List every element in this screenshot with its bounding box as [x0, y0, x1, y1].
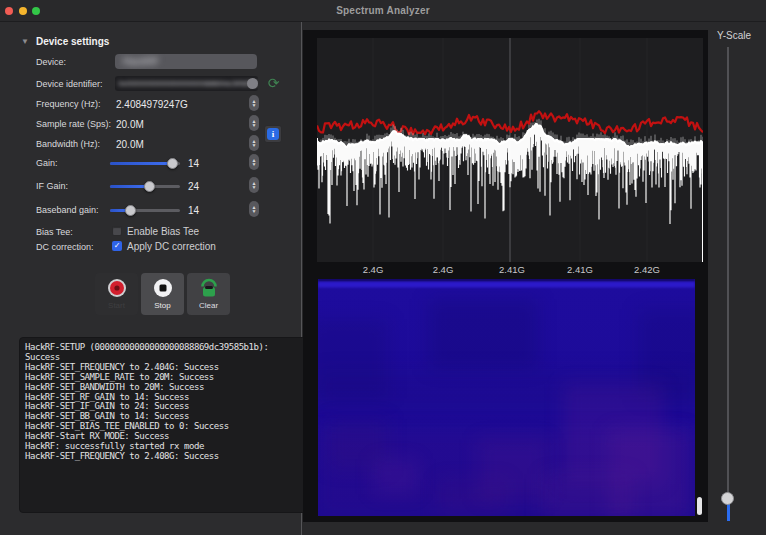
bandwidth-label: Bandwidth (Hz):	[36, 139, 100, 149]
y-scale-label: Y-Scale	[717, 30, 751, 41]
dc-correction-label: DC correction:	[36, 242, 94, 252]
x-tick-label: 2.41G	[499, 264, 525, 275]
bias-tee-checkbox[interactable]	[112, 226, 122, 236]
sample-rate-label: Sample rate (Sps):	[36, 119, 111, 129]
x-tick-label: 2.4G	[433, 264, 454, 275]
if-gain-label: IF Gain:	[36, 181, 68, 191]
gain-label: Gain:	[36, 158, 58, 168]
clear-button-label: Clear	[199, 301, 218, 310]
log-text: HackRF-SETUP (00000000000000000088869dc3…	[25, 343, 304, 462]
device-settings-header: Device settings	[36, 36, 109, 47]
info-icon: i	[267, 128, 279, 140]
log-output[interactable]: HackRF-SETUP (00000000000000000088869dc3…	[19, 337, 310, 513]
refresh-devices-icon[interactable]: ⟳	[265, 75, 282, 92]
dc-correction-checkbox-label: Apply DC correction	[127, 241, 216, 252]
info-button[interactable]: i	[264, 125, 282, 143]
gain-slider-handle[interactable]	[167, 158, 178, 169]
record-icon	[106, 277, 128, 299]
stop-button-label: Stop	[154, 301, 170, 310]
device-identifier-label: Device identifier:	[36, 79, 103, 89]
device-dropdown-value: HackRF	[123, 56, 159, 67]
disclosure-triangle-icon[interactable]: ▼	[21, 37, 29, 46]
baseband-gain-slider[interactable]	[110, 209, 180, 212]
if-gain-value[interactable]: 24	[188, 181, 199, 192]
window-title: Spectrum Analyzer	[0, 5, 766, 16]
clear-button[interactable]: Clear	[187, 273, 230, 315]
stop-icon	[152, 277, 174, 299]
sample-rate-stepper[interactable]: ▲▼	[249, 115, 259, 131]
title-bar: Spectrum Analyzer	[0, 0, 766, 22]
y-scale-slider-handle[interactable]	[721, 492, 734, 505]
device-identifier-input[interactable]: 0x0000000000000000000088869dc39585b1b000	[115, 76, 258, 91]
gain-slider[interactable]	[110, 162, 180, 165]
if-gain-slider[interactable]	[110, 185, 180, 188]
y-scale-slider[interactable]	[727, 47, 729, 520]
bandwidth-stepper[interactable]: ▲▼	[249, 135, 259, 151]
stop-button[interactable]: Stop	[141, 273, 184, 315]
bias-tee-checkbox-label: Enable Bias Tee	[127, 226, 199, 237]
if-gain-stepper[interactable]: ▲▼	[249, 177, 259, 193]
waterfall-scrollbar[interactable]	[697, 497, 702, 515]
baseband-gain-stepper[interactable]: ▲▼	[249, 201, 259, 217]
frequency-stepper[interactable]: ▲▼	[249, 95, 259, 111]
device-identifier-knob[interactable]	[247, 78, 258, 89]
device-label: Device:	[36, 57, 66, 67]
gain-value[interactable]: 14	[188, 158, 199, 169]
dc-correction-checkbox[interactable]: ✓	[112, 241, 122, 251]
waterfall-plot[interactable]	[318, 279, 695, 516]
frequency-label: Frequency (Hz):	[36, 99, 101, 109]
bandwidth-value[interactable]: 20.0M	[116, 139, 144, 150]
y-scale-slider-fill	[727, 504, 730, 521]
clear-icon	[198, 277, 220, 299]
sample-rate-value[interactable]: 20.0M	[116, 119, 144, 130]
baseband-gain-value[interactable]: 14	[188, 205, 199, 216]
device-identifier-value: 0x0000000000000000000088869dc39585b1b000	[118, 79, 258, 88]
record-button[interactable]: Start	[95, 273, 138, 315]
device-dropdown[interactable]: HackRF	[115, 54, 257, 69]
baseband-gain-label: Baseband gain:	[36, 205, 99, 215]
gain-stepper[interactable]: ▲▼	[249, 154, 259, 170]
baseband-gain-slider-handle[interactable]	[125, 205, 136, 216]
x-tick-label: 2.41G	[567, 264, 593, 275]
frequency-value[interactable]: 2.4084979247G	[116, 99, 188, 110]
bias-tee-label: Bias Tee:	[36, 227, 73, 237]
spectrum-plot[interactable]	[317, 38, 703, 262]
x-tick-label: 2.4G	[363, 264, 384, 275]
if-gain-slider-handle[interactable]	[144, 181, 155, 192]
x-tick-label: 2.42G	[634, 264, 660, 275]
record-button-label: Start	[108, 301, 125, 310]
